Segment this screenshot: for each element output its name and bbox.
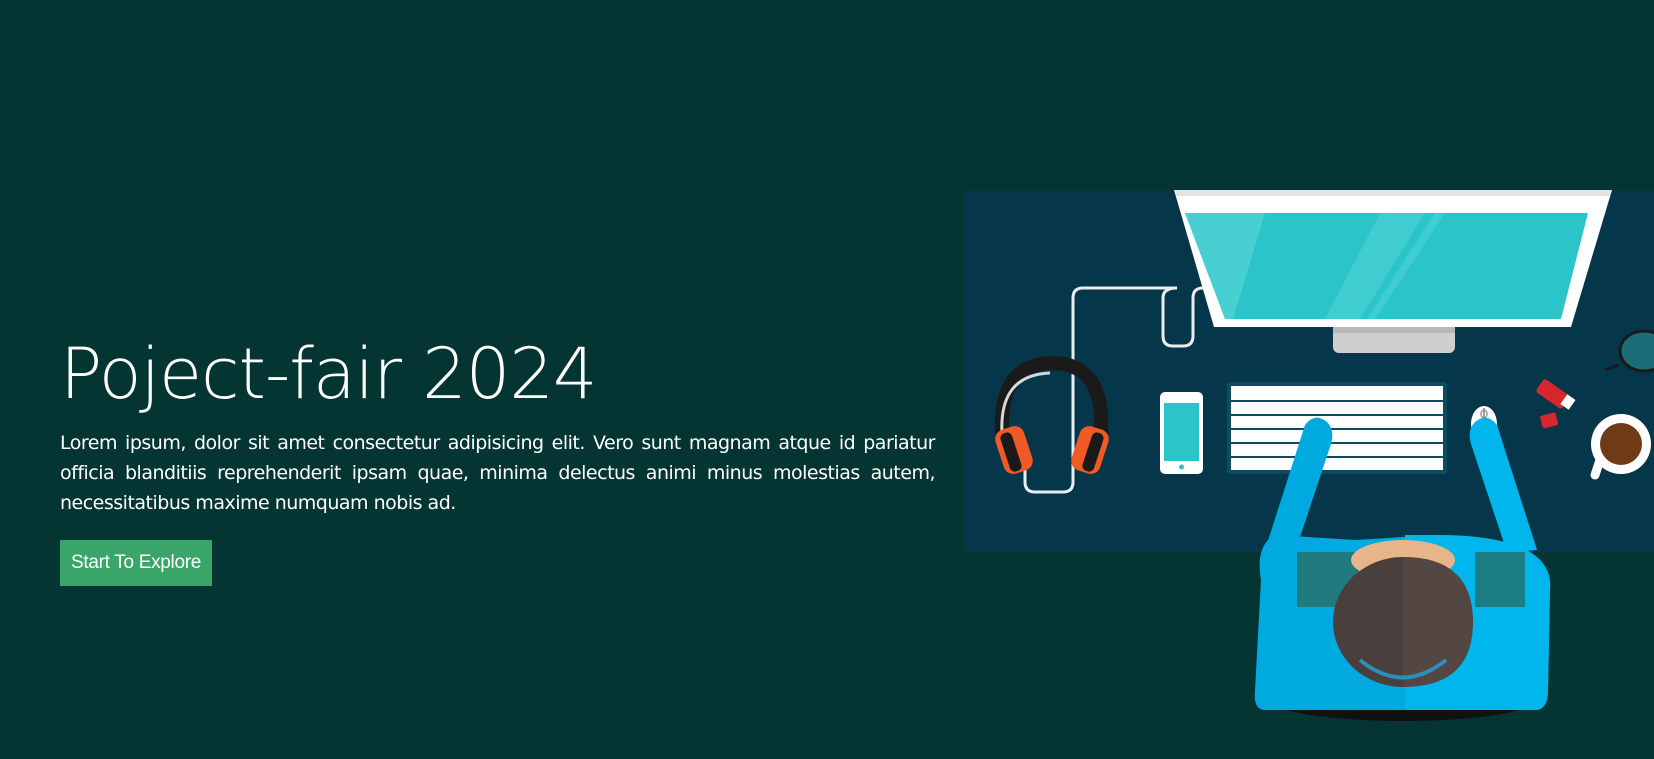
start-explore-button[interactable]: Start To Explore <box>60 540 213 586</box>
keyboard-icon <box>1227 382 1447 474</box>
hero-description: Lorem ipsum, dolor sit amet consectetur … <box>60 432 936 514</box>
hero-title: Poject-fair 2024 <box>60 333 597 415</box>
hero-section: Poject-fair 2024 Lorem ipsum, dolor sit … <box>0 0 1654 759</box>
smartphone-icon <box>1160 392 1203 474</box>
workspace-desk-illustration <box>965 190 1654 721</box>
hero-text-block: Poject-fair 2024 Lorem ipsum, dolor sit … <box>60 332 936 586</box>
